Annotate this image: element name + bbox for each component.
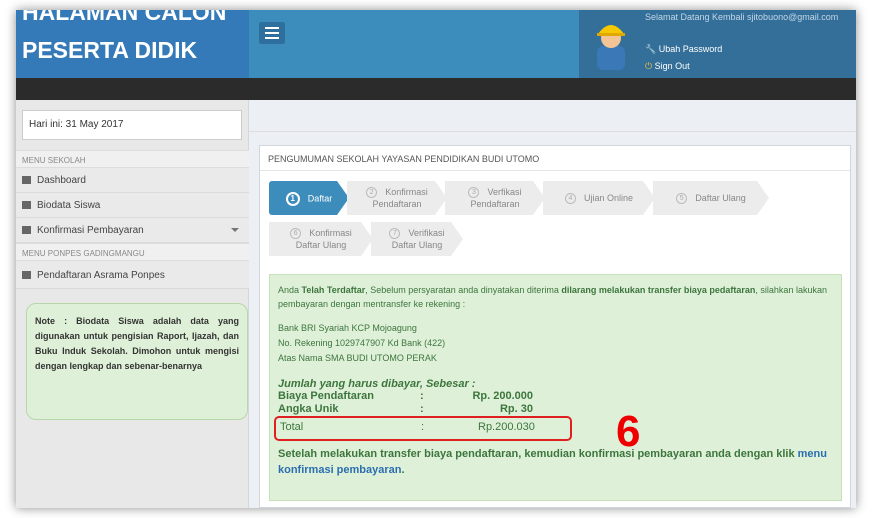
sidebar-item-biodata[interactable]: Biodata Siswa xyxy=(16,193,249,218)
account-number: No. Rekening 1029747907 Kd Bank (422) xyxy=(278,338,446,348)
confirmation-instruction: Setelah melakukan transfer biaya pendaft… xyxy=(278,448,827,476)
step-number-icon: 1 xyxy=(286,192,300,206)
chevron-down-icon xyxy=(231,228,239,232)
step-number-icon: 2 xyxy=(366,187,377,198)
step-7-verifikasi-daftar-ulang[interactable]: 7 Verifikasi Daftar Ulang xyxy=(371,222,463,256)
step-6-konfirmasi-daftar-ulang[interactable]: 6 Konfirmasi Daftar Ulang xyxy=(269,222,373,256)
app-window: HALAMAN CALON PESERTA DIDIK Selamat Data… xyxy=(16,10,856,508)
sidebar-toggle-button[interactable] xyxy=(259,22,285,44)
step-3-verfikasi-pendaftaran[interactable]: 3 Verfikasi Pendaftaran xyxy=(445,181,545,215)
step-number-icon: 4 xyxy=(565,193,576,204)
list-icon xyxy=(22,226,31,234)
content-header xyxy=(249,100,856,132)
sidebar-item-konfirmasi[interactable]: Konfirmasi Pembayaran xyxy=(16,218,249,243)
box-title: PENGUMUMAN SEKOLAH YAYASAN PENDIDIKAN BU… xyxy=(260,146,850,171)
step-number-icon: 3 xyxy=(468,187,479,198)
unique-code-row: Angka Unik : Rp. 30 xyxy=(278,403,533,415)
wrench-icon: 🔧 xyxy=(645,44,657,54)
sidebar-section-ponpes: MENU PONPES GADINGMANGU xyxy=(16,243,249,261)
sidebar-item-asrama[interactable]: Pendaftaran Asrama Ponpes xyxy=(16,261,249,289)
logo-line2: PESERTA DIDIK xyxy=(22,37,198,63)
bank-details: Bank BRI Syariah KCP Mojoagung No. Reken… xyxy=(278,321,833,366)
total-row: Total : Rp.200.030 xyxy=(274,416,833,441)
dashboard-icon xyxy=(22,176,31,184)
sidebar-item-dashboard[interactable]: Dashboard xyxy=(16,168,249,193)
list-icon xyxy=(22,201,31,209)
step-number-icon: 6 xyxy=(290,228,301,239)
secondary-bar xyxy=(16,78,856,100)
fee-row: Biaya Pendaftaran : Rp. 200.000 xyxy=(278,390,533,402)
total-amount: Rp.200.030 xyxy=(478,421,535,433)
sidebar: Hari ini: 31 May 2017 MENU SEKOLAH Dashb… xyxy=(16,100,249,508)
user-menu[interactable]: Selamat Datang Kembali sjitobuono@gmail.… xyxy=(579,10,856,78)
announcement-box: PENGUMUMAN SEKOLAH YAYASAN PENDIDIKAN BU… xyxy=(259,145,851,508)
annotation-number: 6 xyxy=(616,407,641,456)
step-number-icon: 7 xyxy=(389,228,400,239)
payment-info-alert: Anda Telah Terdaftar, Sebelum persyarata… xyxy=(269,274,842,501)
hamburger-icon xyxy=(265,27,279,29)
step-2-konfirmasi-pendaftaran[interactable]: 2 Konfirmasi Pendaftaran xyxy=(347,181,447,215)
power-icon: ⏻ xyxy=(645,61,653,71)
table-icon xyxy=(22,271,31,279)
step-5-daftar-ulang[interactable]: 5 Daftar Ulang xyxy=(653,181,769,215)
change-password-link[interactable]: 🔧 Ubah Password xyxy=(645,44,722,55)
step-number-icon: 5 xyxy=(676,193,687,204)
step-1-daftar[interactable]: 1 Daftar xyxy=(269,181,349,215)
step-4-ujian-online[interactable]: 4 Ujian Online xyxy=(543,181,655,215)
greeting-text: Selamat Datang Kembali sjitobuono@gmail.… xyxy=(645,12,839,22)
top-navbar: Selamat Datang Kembali sjitobuono@gmail.… xyxy=(249,10,856,78)
sign-out-link[interactable]: ⏻ Sign Out xyxy=(645,61,690,72)
registration-message: Anda Telah Terdaftar, Sebelum persyarata… xyxy=(278,285,827,309)
sidebar-section-sekolah: MENU SEKOLAH xyxy=(16,150,249,168)
biodata-note: Note : Biodata Siswa adalah data yang di… xyxy=(26,303,248,420)
app-logo[interactable]: HALAMAN CALON PESERTA DIDIK xyxy=(16,10,249,78)
date-display: Hari ini: 31 May 2017 xyxy=(22,110,242,140)
logo-line1: HALAMAN CALON xyxy=(22,10,227,25)
account-holder: Atas Nama SMA BUDI UTOMO PERAK xyxy=(278,353,437,363)
avatar xyxy=(597,25,625,70)
amount-heading: Jumlah yang harus dibayar, Sebesar : xyxy=(278,378,476,390)
bank-name: Bank BRI Syariah KCP Mojoagung xyxy=(278,323,417,333)
main-content: PENGUMUMAN SEKOLAH YAYASAN PENDIDIKAN BU… xyxy=(249,100,856,508)
